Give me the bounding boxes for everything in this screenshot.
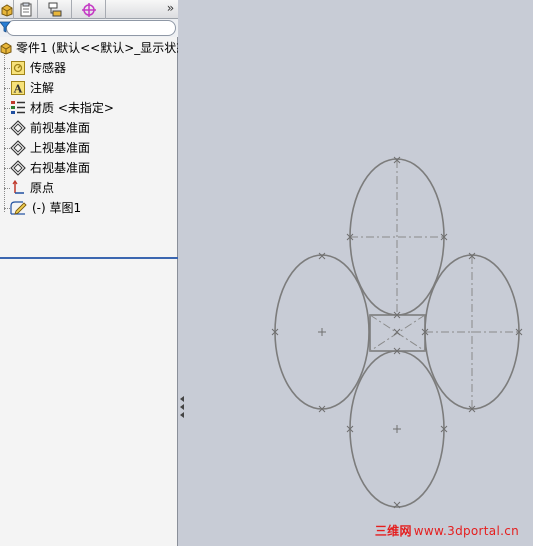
property-manager-tab[interactable]	[14, 0, 38, 19]
tree-root-label: 零件1 (默认<<默认>_显示状态	[16, 41, 178, 55]
filter-bar	[0, 19, 178, 37]
tab-overflow-button[interactable]: »	[167, 1, 174, 15]
configuration-manager-icon	[48, 2, 61, 17]
tree-item-label: 原点	[30, 181, 55, 195]
tree-item-top-plane[interactable]: 上视基准面	[10, 138, 178, 158]
svg-text:A: A	[13, 83, 23, 96]
dimxpert-icon	[81, 2, 96, 17]
plane-icon	[10, 120, 26, 136]
property-manager-icon	[20, 2, 31, 17]
feature-manager-icon	[0, 3, 12, 17]
tree-item-sensors[interactable]: 传感器	[10, 58, 178, 78]
sketch-point	[318, 252, 326, 260]
tree-item-annotations[interactable]: A 注解	[10, 78, 178, 98]
tree-item-label: 前视基准面	[30, 121, 91, 135]
tree-item-origin[interactable]: 原点	[10, 178, 178, 198]
tree-item-material[interactable]: 材质 <未指定>	[10, 98, 178, 118]
material-icon	[11, 101, 25, 114]
center-mark	[318, 328, 326, 336]
sensor-icon	[11, 61, 25, 75]
sketch-point	[393, 328, 401, 336]
tree-root-part[interactable]: 零件1 (默认<<默认>_显示状态	[0, 38, 178, 58]
site-watermark: 三维网 www.3dportal.cn	[374, 524, 519, 538]
part-icon	[0, 42, 12, 55]
tree-item-label: 上视基准面	[30, 141, 91, 155]
sketch-icon	[10, 201, 27, 215]
plane-icon	[10, 160, 26, 176]
tree-item-right-plane[interactable]: 右视基准面	[10, 158, 178, 178]
tree-item-label: (-) 草图1	[32, 201, 82, 215]
annotation-icon: A	[11, 81, 25, 96]
tree-item-label: 注解	[30, 81, 55, 95]
feature-manager-panel: » 零件1 (默认<<默认>_显示状态 传感器 A 注解 材质 <未指定> 前视…	[0, 0, 178, 546]
tree-item-label: 材质 <未指定>	[30, 101, 114, 115]
filter-input[interactable]	[6, 20, 176, 36]
sketch-canvas	[271, 156, 523, 509]
tree-item-sketch[interactable]: (-) 草图1	[10, 198, 178, 218]
origin-icon	[12, 180, 24, 194]
configuration-manager-tab[interactable]	[38, 0, 72, 19]
center-mark	[393, 425, 401, 433]
tree-item-label: 传感器	[30, 61, 67, 75]
feature-manager-tab[interactable]	[0, 0, 14, 19]
plane-icon	[10, 140, 26, 156]
dimxpert-tab[interactable]	[72, 0, 106, 19]
tree-item-front-plane[interactable]: 前视基准面	[10, 118, 178, 138]
manager-tab-bar: »	[0, 0, 178, 19]
graphics-area[interactable]: 三维网 www.3dportal.cn	[179, 0, 533, 546]
tree-item-label: 右视基准面	[30, 161, 91, 175]
tree-rollback-bar[interactable]	[0, 257, 178, 259]
filter-icon[interactable]	[0, 20, 11, 34]
